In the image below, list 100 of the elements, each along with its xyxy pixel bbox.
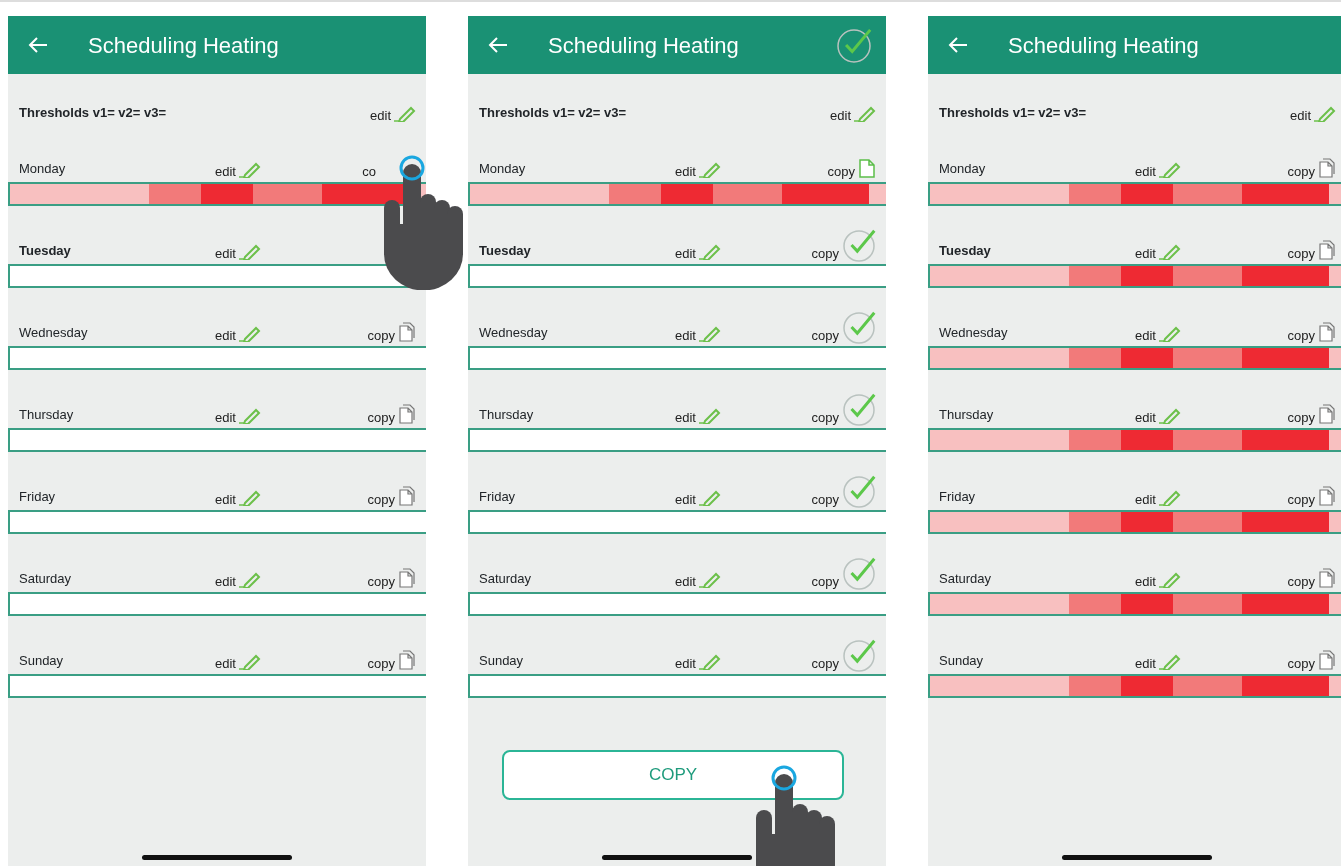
- pencil-icon: [1158, 242, 1181, 260]
- copy-button[interactable]: copy: [367, 322, 416, 342]
- edit-button[interactable]: edit: [1135, 324, 1181, 342]
- copy-button[interactable]: copy: [811, 556, 876, 588]
- day-label: Wednesday: [939, 323, 1009, 342]
- copy-button[interactable]: copy: [827, 158, 876, 178]
- edit-button[interactable]: edit: [675, 488, 721, 506]
- pencil-icon: [238, 652, 261, 670]
- day-label: Monday: [479, 159, 527, 178]
- edit-button[interactable]: edit: [1135, 242, 1181, 260]
- pencil-icon: [698, 324, 721, 342]
- back-arrow-icon: [488, 36, 508, 54]
- copy-button[interactable]: copy: [367, 650, 416, 670]
- copy-button[interactable]: copy: [1287, 650, 1336, 670]
- confirm-button[interactable]: [836, 27, 872, 63]
- day-label: Tuesday: [19, 241, 72, 260]
- copy-button[interactable]: co: [362, 165, 376, 178]
- back-arrow-icon: [948, 36, 968, 54]
- copy-button[interactable]: copy: [1287, 568, 1336, 588]
- pencil-icon: [238, 406, 261, 424]
- documents-icon: [398, 650, 416, 670]
- pencil-icon: [1158, 160, 1181, 178]
- documents-icon: [1318, 240, 1336, 260]
- pencil-icon: [698, 242, 721, 260]
- copy-button[interactable]: copy: [367, 486, 416, 506]
- day-label: Sunday: [19, 651, 65, 670]
- edit-button[interactable]: edit: [1135, 160, 1181, 178]
- day-label: Tuesday: [939, 241, 992, 260]
- edit-button[interactable]: edit: [1290, 104, 1336, 122]
- check-circle-icon: [842, 228, 876, 262]
- documents-icon: [1318, 486, 1336, 506]
- pencil-icon: [1158, 324, 1181, 342]
- edit-button[interactable]: edit: [1135, 488, 1181, 506]
- copy-button[interactable]: copy: [811, 474, 876, 506]
- copy-button[interactable]: copy: [1287, 404, 1336, 424]
- day-label: Thursday: [939, 405, 995, 424]
- edit-button[interactable]: edit: [215, 570, 261, 588]
- edit-button[interactable]: edit: [215, 160, 261, 178]
- documents-icon: [398, 568, 416, 588]
- check-circle-icon: [842, 310, 876, 344]
- copy-button[interactable]: copy: [1287, 322, 1336, 342]
- copy-button[interactable]: copy: [1287, 486, 1336, 506]
- screen-title: Scheduling Heating: [88, 31, 279, 60]
- edit-button[interactable]: edit: [215, 324, 261, 342]
- pencil-icon: [238, 570, 261, 588]
- copy-button[interactable]: copy: [1287, 158, 1336, 178]
- pencil-icon: [394, 104, 416, 122]
- pencil-icon: [238, 160, 261, 178]
- pencil-icon: [1158, 488, 1181, 506]
- day-label: Saturday: [479, 569, 533, 588]
- check-circle-icon: [842, 638, 876, 672]
- documents-icon: [398, 486, 416, 506]
- pencil-icon: [854, 104, 876, 122]
- back-arrow-icon: [28, 36, 48, 54]
- thresholds-label: Thresholds v1= v2= v3=: [479, 104, 627, 123]
- edit-button[interactable]: edit: [675, 652, 721, 670]
- copy-button[interactable]: copy: [811, 310, 876, 342]
- check-circle-icon: [836, 27, 872, 63]
- copy-button[interactable]: copy: [367, 404, 416, 424]
- screen-title: Scheduling Heating: [548, 31, 739, 60]
- copy-button[interactable]: copy: [811, 638, 876, 670]
- day-label: Friday: [19, 487, 57, 506]
- edit-button[interactable]: edit: [370, 104, 416, 122]
- document-icon: [858, 158, 876, 178]
- edit-button[interactable]: edit: [675, 406, 721, 424]
- check-circle-icon: [842, 556, 876, 590]
- edit-button[interactable]: edit: [1135, 652, 1181, 670]
- documents-icon: [1318, 568, 1336, 588]
- pencil-icon: [238, 324, 261, 342]
- day-label: Tuesday: [479, 241, 532, 260]
- edit-button[interactable]: edit: [215, 488, 261, 506]
- edit-button[interactable]: edit: [1135, 406, 1181, 424]
- edit-button[interactable]: edit: [1135, 570, 1181, 588]
- thresholds-label: Thresholds v1= v2= v3=: [19, 104, 167, 123]
- copy-button[interactable]: copy: [811, 392, 876, 424]
- edit-button[interactable]: edit: [675, 160, 721, 178]
- documents-icon: [1318, 650, 1336, 670]
- copy-button[interactable]: copy: [367, 568, 416, 588]
- copy-button[interactable]: copy: [811, 228, 876, 260]
- pencil-icon: [698, 570, 721, 588]
- pencil-icon: [698, 488, 721, 506]
- pencil-icon: [698, 406, 721, 424]
- documents-icon: [1318, 158, 1336, 178]
- day-label: Sunday: [939, 651, 985, 670]
- check-circle-icon: [842, 392, 876, 426]
- edit-button[interactable]: edit: [215, 242, 261, 260]
- edit-button[interactable]: edit: [675, 324, 721, 342]
- edit-button[interactable]: edit: [830, 104, 876, 122]
- screen-title: Scheduling Heating: [1008, 31, 1199, 60]
- pencil-icon: [1158, 652, 1181, 670]
- documents-icon: [398, 322, 416, 342]
- documents-icon: [1318, 404, 1336, 424]
- edit-button[interactable]: edit: [675, 242, 721, 260]
- edit-button[interactable]: edit: [675, 570, 721, 588]
- copy-button[interactable]: copy: [1287, 240, 1336, 260]
- thresholds-label: Thresholds v1= v2= v3=: [939, 104, 1087, 123]
- pencil-icon: [238, 488, 261, 506]
- day-label: Friday: [479, 487, 517, 506]
- edit-button[interactable]: edit: [215, 652, 261, 670]
- edit-button[interactable]: edit: [215, 406, 261, 424]
